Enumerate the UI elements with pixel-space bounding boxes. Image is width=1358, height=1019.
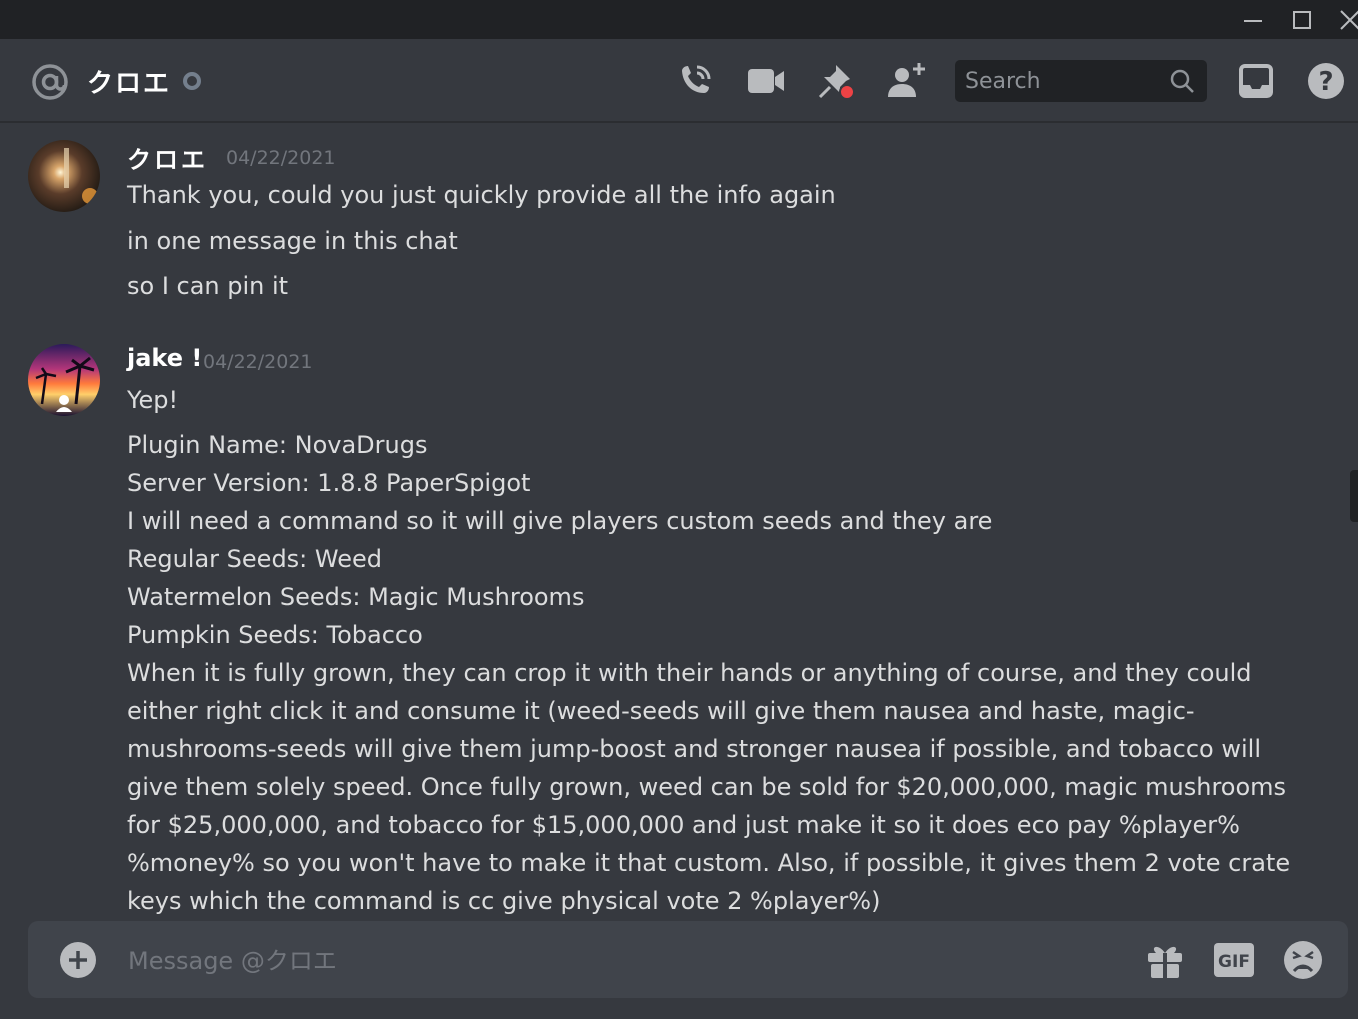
message-line: give them solely speed. Once fully grown… xyxy=(127,773,1287,801)
message-input[interactable] xyxy=(126,921,1130,1000)
message-line: Thank you, could you just quickly provid… xyxy=(127,181,836,209)
message-line: Yep! xyxy=(127,386,179,414)
search-icon[interactable] xyxy=(1169,68,1195,94)
message-line: %money% so you won't have to make it tha… xyxy=(127,849,1291,877)
add-friend-icon[interactable] xyxy=(886,61,926,101)
minimize-icon[interactable] xyxy=(1241,8,1265,32)
message-line: Watermelon Seeds: Magic Mushrooms xyxy=(127,583,585,611)
gif-icon[interactable]: GIF xyxy=(1213,939,1255,981)
pinned-messages-icon[interactable] xyxy=(816,61,856,101)
search-box[interactable] xyxy=(955,60,1207,102)
channel-header: クロエ Search ? xyxy=(0,39,1358,123)
inbox-icon[interactable] xyxy=(1236,61,1276,101)
message-line: Plugin Name: NovaDrugs xyxy=(127,431,428,459)
scrollbar-thumb[interactable] xyxy=(1350,470,1358,522)
offline-status-icon xyxy=(183,72,201,90)
message-line: When it is fully grown, they can crop it… xyxy=(127,659,1252,687)
avatar[interactable] xyxy=(28,140,100,212)
svg-text:GIF: GIF xyxy=(1218,952,1250,972)
message-line: for $25,000,000, and tobacco for $15,000… xyxy=(127,811,1240,839)
video-call-icon[interactable] xyxy=(746,61,786,101)
window-titlebar xyxy=(0,0,1358,39)
message-author[interactable]: jake ! xyxy=(127,344,202,372)
message-line: Server Version: 1.8.8 PaperSpigot xyxy=(127,469,531,497)
avatar[interactable] xyxy=(28,344,100,416)
message-author[interactable]: クロエ xyxy=(127,140,208,175)
close-icon[interactable] xyxy=(1338,8,1358,32)
emoji-icon[interactable] xyxy=(1282,939,1324,981)
add-attachment-icon[interactable] xyxy=(59,941,97,979)
message-line: keys which the command is cc give physic… xyxy=(127,887,881,915)
channel-title: クロエ xyxy=(87,69,172,99)
maximize-icon[interactable] xyxy=(1290,8,1314,32)
help-icon[interactable]: ? xyxy=(1306,61,1346,101)
message-line: so I can pin it xyxy=(127,272,289,300)
message-line: Regular Seeds: Weed xyxy=(127,545,382,573)
message-line: I will need a command so it will give pl… xyxy=(127,507,993,535)
at-icon xyxy=(31,63,69,101)
search-input[interactable] xyxy=(955,60,1165,102)
message-composer: GIF xyxy=(28,921,1348,1000)
message-line: Pumpkin Seeds: Tobacco xyxy=(127,621,423,649)
message-line: mushrooms-seeds will give them jump-boos… xyxy=(127,735,1261,763)
gift-icon[interactable] xyxy=(1144,939,1186,981)
voice-call-icon[interactable] xyxy=(675,61,715,101)
message-line: either right click it and consume it (we… xyxy=(127,697,1195,725)
message-line: in one message in this chat xyxy=(127,227,458,255)
message-timestamp: 04/22/2021 xyxy=(226,147,336,169)
svg-text:?: ? xyxy=(1318,67,1333,97)
message-timestamp: 04/22/2021 xyxy=(203,351,313,373)
